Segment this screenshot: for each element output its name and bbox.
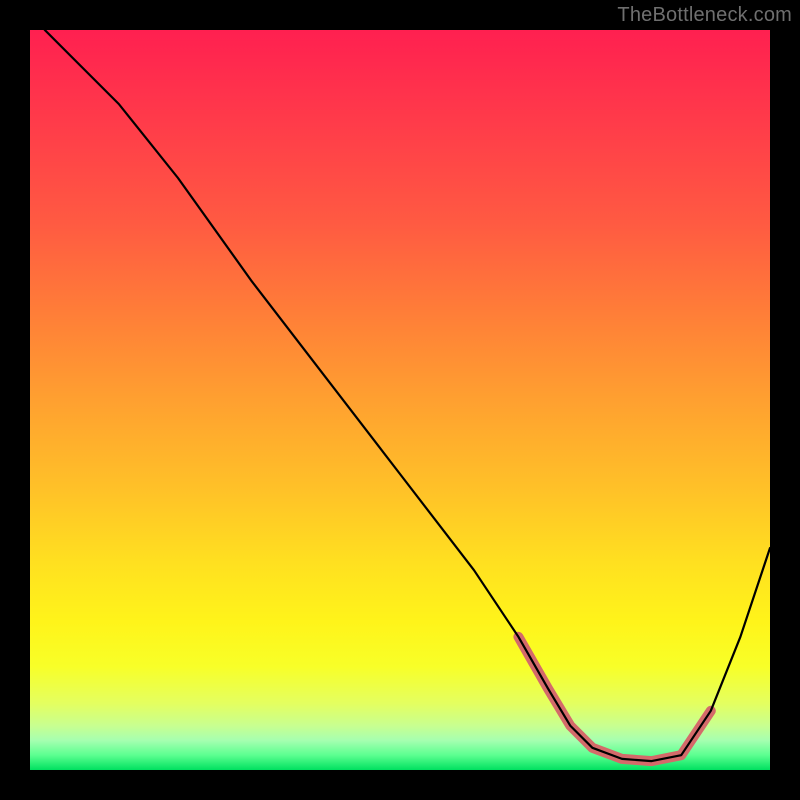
watermark-label: TheBottleneck.com — [617, 4, 792, 27]
chart-canvas: TheBottleneck.com — [0, 0, 800, 800]
plot-area — [30, 30, 770, 770]
main-curve-path — [45, 30, 770, 761]
bottleneck-band-path — [518, 637, 710, 761]
curve-layer — [30, 30, 770, 770]
